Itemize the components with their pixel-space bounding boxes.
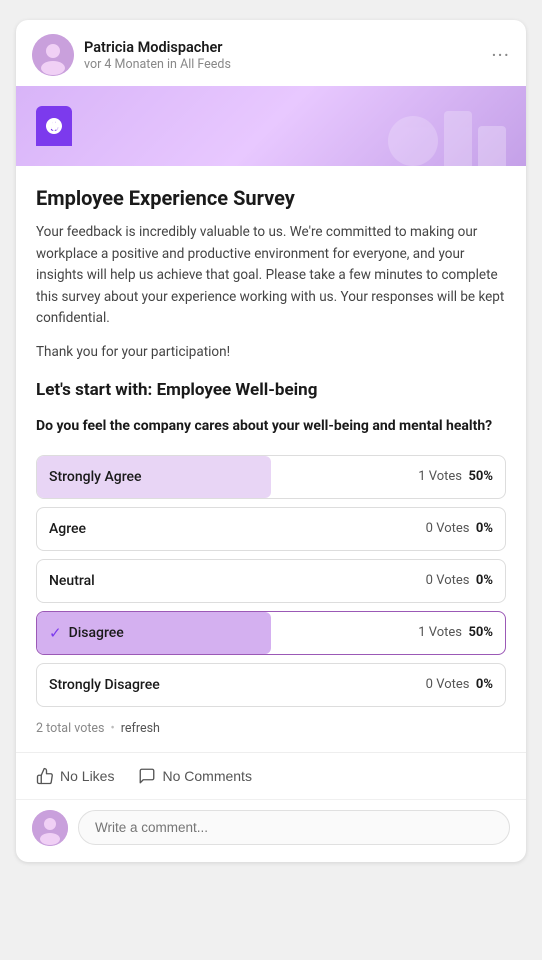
- poll-option-inner: Strongly Agree 1 Votes 50%: [37, 469, 505, 485]
- poll-options: Strongly Agree 1 Votes 50% Agree 0 Votes…: [36, 455, 506, 707]
- avatar: [32, 34, 74, 76]
- banner-circle: [388, 116, 438, 166]
- section-title: Let's start with: Employee Well-being: [36, 380, 506, 400]
- comment-input[interactable]: [78, 810, 510, 845]
- option-label-strongly-disagree: Strongly Disagree: [49, 677, 160, 693]
- post-card: Patricia Modispacher vor 4 Monaten in Al…: [16, 20, 526, 862]
- option-label-agree: Agree: [49, 521, 86, 537]
- banner-icon: [36, 106, 72, 146]
- poll-option-disagree[interactable]: ✓ Disagree 1 Votes 50%: [36, 611, 506, 655]
- poll-option-inner: Strongly Disagree 0 Votes 0%: [37, 677, 505, 693]
- more-button[interactable]: ···: [491, 45, 510, 65]
- separator: •: [111, 721, 115, 736]
- comment-button[interactable]: No Comments: [138, 763, 251, 789]
- post-header-left: Patricia Modispacher vor 4 Monaten in Al…: [32, 34, 231, 76]
- post-header: Patricia Modispacher vor 4 Monaten in Al…: [16, 20, 526, 86]
- poll-option-agree[interactable]: Agree 0 Votes 0%: [36, 507, 506, 551]
- poll-option-inner: Agree 0 Votes 0%: [37, 521, 505, 537]
- banner-bar1: [444, 111, 472, 166]
- banner-bar2: [478, 126, 506, 166]
- like-button[interactable]: No Likes: [36, 763, 114, 789]
- like-label: No Likes: [60, 768, 114, 784]
- poll-option-inner: ✓ Disagree 1 Votes 50%: [37, 624, 505, 642]
- option-stats-strongly-agree: 1 Votes 50%: [418, 469, 493, 484]
- banner-decorations: [388, 111, 506, 166]
- poll-option-inner: Neutral 0 Votes 0%: [37, 573, 505, 589]
- comment-icon: [138, 767, 156, 785]
- total-votes: 2 total votes: [36, 721, 105, 736]
- survey-thanks: Thank you for your participation!: [36, 344, 506, 360]
- survey-banner: [16, 86, 526, 166]
- survey-description: Your feedback is incredibly valuable to …: [36, 222, 506, 330]
- comment-label: No Comments: [162, 768, 251, 784]
- author-name: Patricia Modispacher: [84, 39, 231, 56]
- option-label-neutral: Neutral: [49, 573, 95, 589]
- option-stats-agree: 0 Votes 0%: [426, 521, 493, 536]
- question-text: Do you feel the company cares about your…: [36, 416, 506, 437]
- option-stats-strongly-disagree: 0 Votes 0%: [426, 677, 493, 692]
- survey-body: Employee Experience Survey Your feedback…: [16, 166, 526, 752]
- check-icon: ✓: [49, 624, 62, 642]
- poll-option-neutral[interactable]: Neutral 0 Votes 0%: [36, 559, 506, 603]
- option-label-disagree: ✓ Disagree: [49, 624, 124, 642]
- option-stats-neutral: 0 Votes 0%: [426, 573, 493, 588]
- option-label-strongly-agree: Strongly Agree: [49, 469, 142, 485]
- option-stats-disagree: 1 Votes 50%: [418, 625, 493, 640]
- post-author-info: Patricia Modispacher vor 4 Monaten in Al…: [84, 39, 231, 72]
- commenter-avatar: [32, 810, 68, 846]
- poll-option-strongly-disagree[interactable]: Strongly Disagree 0 Votes 0%: [36, 663, 506, 707]
- comment-area: [16, 799, 526, 862]
- post-meta: vor 4 Monaten in All Feeds: [84, 57, 231, 72]
- poll-footer: 2 total votes • refresh: [36, 721, 506, 736]
- poll-option-strongly-agree[interactable]: Strongly Agree 1 Votes 50%: [36, 455, 506, 499]
- survey-title: Employee Experience Survey: [36, 186, 506, 210]
- post-actions: No Likes No Comments: [16, 752, 526, 799]
- like-icon: [36, 767, 54, 785]
- refresh-link[interactable]: refresh: [121, 721, 160, 736]
